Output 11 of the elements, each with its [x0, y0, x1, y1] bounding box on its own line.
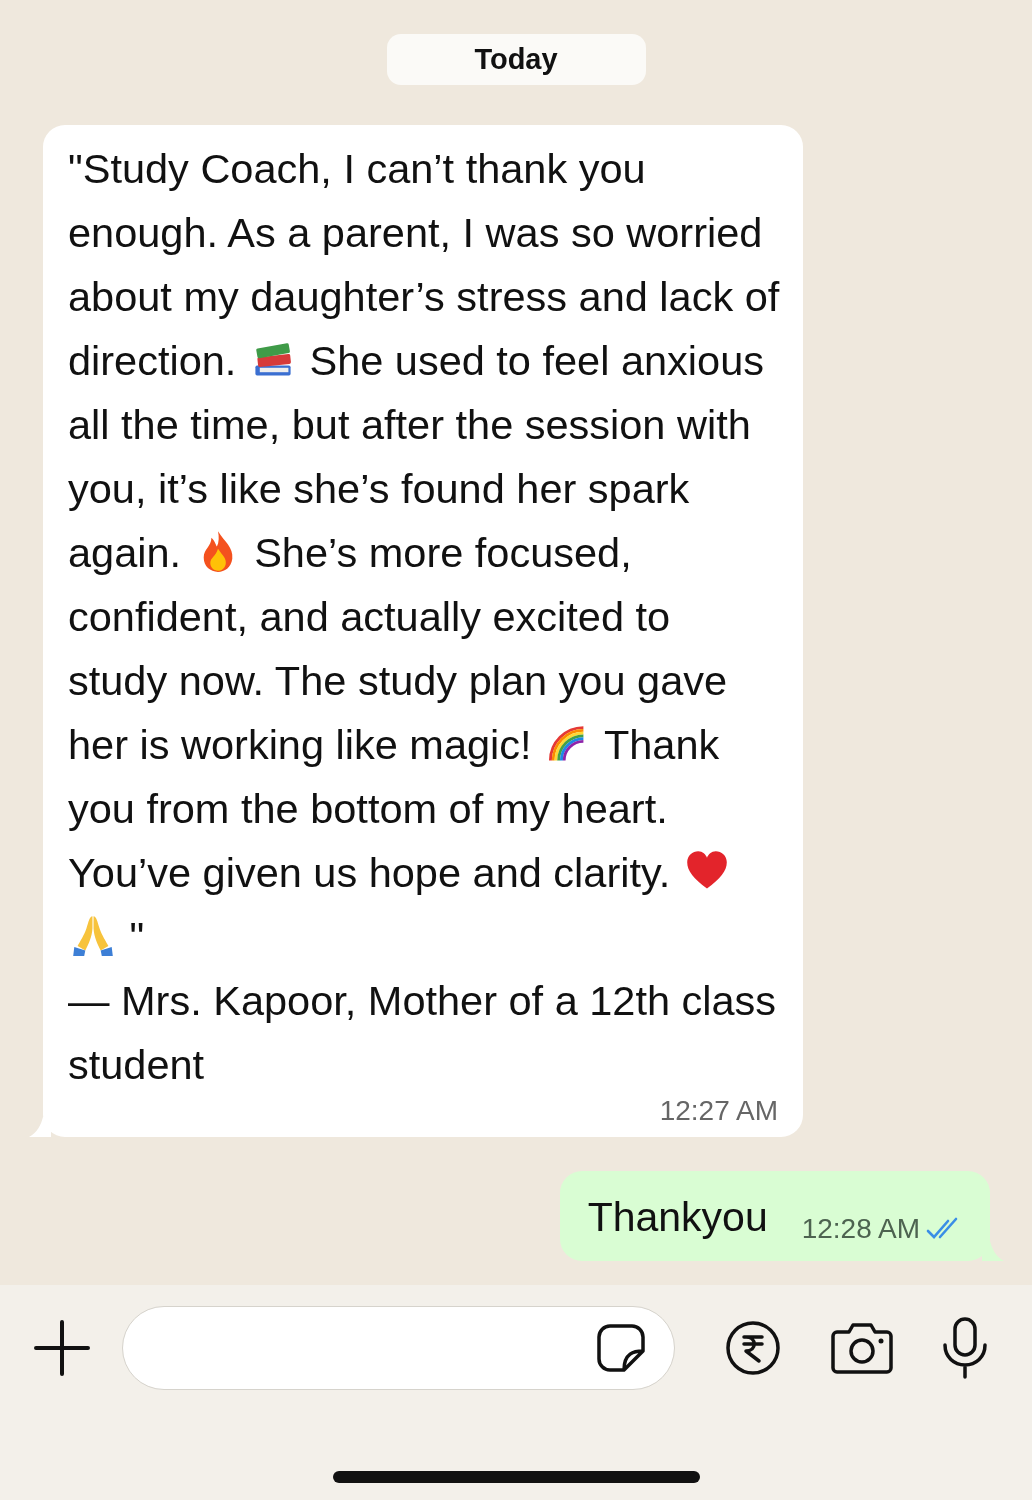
- message-time: 12:27 AM: [659, 1095, 778, 1127]
- message-text: Thankyou: [587, 1193, 768, 1241]
- camera-icon[interactable]: [831, 1322, 893, 1374]
- sticker-icon[interactable]: [596, 1323, 646, 1373]
- date-chip: Today: [386, 34, 646, 85]
- message-time: 12:28 AM: [801, 1213, 920, 1245]
- message-text: "Study Coach, I can’t thank you enough. As a parent, I was so worried about my daughter’s stress and lack of direction. She used to feel anxious all the time, but after the session with you, it’s like she’s found her spark again. She’s more focused, confident, and actually excited to study now. The study plan you gave her is working like magic! Thank you from the bottom of my heart. You’ve given us hope and clarity. ": [68, 144, 780, 962]
- plus-icon[interactable]: [34, 1320, 90, 1376]
- microphone-icon[interactable]: [941, 1317, 989, 1379]
- message-signature: — Mrs. Kapoor, Mother of a 12th class student: [68, 976, 778, 1090]
- rupee-icon[interactable]: [725, 1320, 781, 1376]
